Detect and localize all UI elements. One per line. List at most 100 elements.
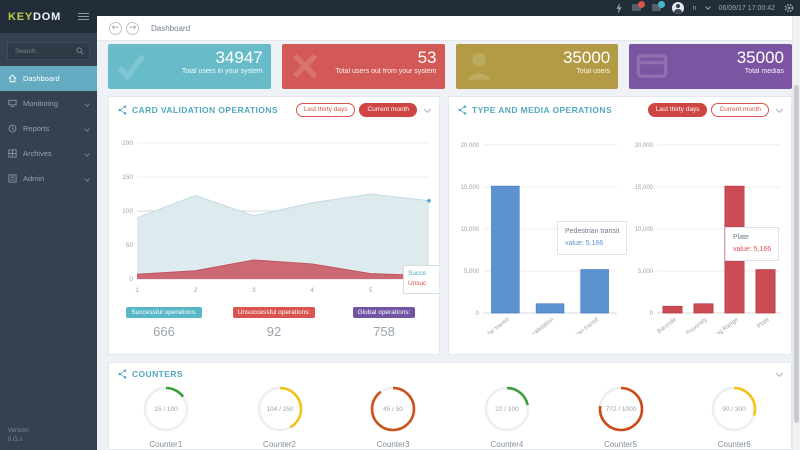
sidebar-item-monitoring[interactable]: Monitoring bbox=[0, 91, 97, 116]
alerts-badge bbox=[637, 1, 645, 8]
settings-gear-icon[interactable] bbox=[784, 3, 794, 13]
user-menu-chevron-icon[interactable] bbox=[704, 4, 711, 10]
stat-label: Total medias bbox=[744, 67, 784, 75]
svg-text:104 / 250: 104 / 250 bbox=[266, 406, 293, 413]
svg-text:10,000: 10,000 bbox=[635, 227, 654, 233]
scrollbar-thumb[interactable] bbox=[794, 85, 799, 423]
stat-number: 758 bbox=[373, 324, 395, 339]
svg-text:0: 0 bbox=[129, 276, 133, 283]
stat-number: 92 bbox=[266, 324, 282, 339]
chevron-down-icon bbox=[84, 175, 90, 182]
back-button[interactable]: ← bbox=[109, 21, 122, 35]
hamburger-icon[interactable] bbox=[78, 11, 89, 22]
svg-text:4: 4 bbox=[310, 287, 314, 294]
panel-header: CARD VALIDATION OPERATIONS Last thirty d… bbox=[109, 97, 439, 123]
panel-collapse-chevron-icon[interactable] bbox=[423, 105, 432, 113]
panel-counters: COUNTERS 15 / 100 Counter1 104 / 250 Cou… bbox=[108, 362, 792, 450]
monitor-icon bbox=[8, 99, 17, 108]
alerts-icon[interactable] bbox=[631, 1, 645, 13]
svg-text:10,000: 10,000 bbox=[461, 227, 480, 233]
current-month-button[interactable]: Current month bbox=[359, 103, 417, 117]
share-icon bbox=[458, 105, 467, 115]
stat-card-users-out: 53 Total users out from your system bbox=[281, 44, 445, 89]
breadcrumb-bar: ← → Dashboard bbox=[97, 16, 792, 41]
app-logo: KEYDOM bbox=[0, 0, 97, 33]
messages-badge bbox=[657, 1, 665, 8]
flash-icon[interactable] bbox=[615, 2, 623, 14]
share-icon bbox=[118, 369, 127, 379]
svg-text:Long Range: Long Range bbox=[710, 316, 740, 334]
gauge-ring: 15 / 100 bbox=[109, 385, 223, 438]
gauge-ring: 90 / 300 bbox=[677, 385, 791, 438]
stat-label: Total users in your system bbox=[181, 67, 263, 75]
messages-icon[interactable] bbox=[651, 1, 665, 13]
stat-cards-row: 34947 Total users in your system 53 Tota… bbox=[108, 44, 792, 89]
bar-chart-tooltip: Pedestrian transit value: 5,166 bbox=[557, 221, 628, 255]
sidebar-item-dashboard[interactable]: Dashboard bbox=[0, 66, 97, 91]
panel-title: COUNTERS bbox=[132, 369, 183, 379]
svg-text:20,000: 20,000 bbox=[461, 143, 480, 149]
svg-text:Barcode: Barcode bbox=[656, 316, 678, 334]
counter-gauge: 45 / 50 Counter3 bbox=[336, 385, 450, 449]
forward-button[interactable]: → bbox=[126, 21, 139, 35]
version-info: Version: 0.G.s bbox=[8, 428, 30, 443]
avatar[interactable] bbox=[671, 2, 684, 14]
sidebar-search bbox=[7, 42, 90, 60]
panel-header: TYPE AND MEDIA OPERATIONS Last thirty da… bbox=[449, 97, 791, 123]
svg-text:Pedestrian transit: Pedestrian transit bbox=[559, 317, 600, 334]
card-icon bbox=[636, 54, 668, 78]
check-icon bbox=[117, 54, 146, 81]
vertical-scrollbar[interactable] bbox=[792, 16, 800, 450]
svg-text:3: 3 bbox=[252, 287, 256, 294]
svg-text:100: 100 bbox=[122, 208, 133, 215]
sidebar-nav: Dashboard Monitoring Reports Archives Ad… bbox=[0, 66, 97, 191]
last-thirty-days-button[interactable]: Last thirty days bbox=[295, 103, 356, 117]
panel-collapse-chevron-icon[interactable] bbox=[775, 105, 784, 113]
search-icon[interactable] bbox=[76, 47, 84, 55]
archives-icon bbox=[8, 149, 17, 158]
panel-title: TYPE AND MEDIA OPERATIONS bbox=[472, 105, 613, 115]
user-icon bbox=[466, 53, 491, 80]
svg-text:1: 1 bbox=[135, 287, 139, 294]
svg-text:45 / 50: 45 / 50 bbox=[383, 406, 403, 413]
area-chart: 050100150200123456 bbox=[113, 129, 435, 302]
gauge-ring: 772 / 1000 bbox=[564, 385, 678, 438]
status-badge: Successful operations: bbox=[126, 307, 202, 318]
svg-text:50: 50 bbox=[126, 242, 134, 249]
stat-card-users-in: 34947 Total users in your system bbox=[108, 44, 271, 89]
home-icon bbox=[8, 74, 17, 83]
svg-text:772 / 1000: 772 / 1000 bbox=[605, 406, 636, 413]
stat-number: 666 bbox=[153, 324, 175, 339]
counter-gauge: 22 / 100 Counter4 bbox=[450, 385, 564, 449]
chevron-down-icon bbox=[84, 125, 90, 132]
svg-text:0: 0 bbox=[650, 311, 654, 317]
svg-text:15,000: 15,000 bbox=[461, 185, 480, 191]
svg-text:0: 0 bbox=[476, 311, 480, 317]
svg-text:15 / 100: 15 / 100 bbox=[154, 406, 178, 413]
panel-header: COUNTERS bbox=[109, 363, 791, 385]
area-chart-tooltip: Succe Unsuc bbox=[403, 265, 439, 294]
svg-text:15,000: 15,000 bbox=[635, 185, 654, 191]
svg-text:Proximity: Proximity bbox=[686, 317, 709, 334]
counter-gauge: 772 / 1000 Counter5 bbox=[564, 385, 678, 449]
sidebar-item-reports[interactable]: Reports bbox=[0, 116, 97, 141]
counter-gauge: 90 / 300 Counter6 bbox=[677, 385, 791, 449]
svg-text:150: 150 bbox=[122, 174, 133, 181]
svg-text:5,000: 5,000 bbox=[464, 269, 480, 275]
current-month-button[interactable]: Current month bbox=[711, 103, 769, 117]
username[interactable]: n bbox=[693, 5, 697, 12]
brand-text: KEYDOM bbox=[8, 10, 62, 23]
sidebar-item-admin[interactable]: Admin bbox=[0, 166, 97, 191]
svg-text:5: 5 bbox=[369, 287, 373, 294]
admin-icon bbox=[8, 174, 17, 183]
svg-text:2: 2 bbox=[194, 287, 198, 294]
status-badge: Global operations: bbox=[352, 307, 416, 318]
share-icon bbox=[118, 105, 127, 115]
sidebar-item-archives[interactable]: Archives bbox=[0, 141, 97, 166]
bar-chart-tooltip: Plate value: 5,166 bbox=[725, 227, 780, 261]
stat-card-total-medias: 35000 Total medias bbox=[629, 44, 792, 89]
last-thirty-days-button[interactable]: Last thirty days bbox=[647, 103, 708, 117]
search-input[interactable] bbox=[13, 46, 76, 56]
panel-collapse-chevron-icon[interactable] bbox=[775, 369, 784, 377]
panel-card-validation: CARD VALIDATION OPERATIONS Last thirty d… bbox=[108, 96, 440, 355]
